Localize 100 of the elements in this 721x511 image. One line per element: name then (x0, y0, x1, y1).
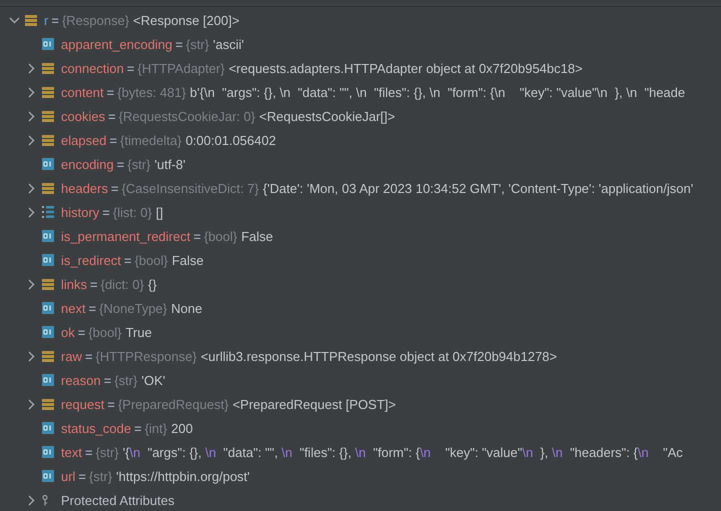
variable-name: r (44, 12, 48, 28)
chevron-right-icon[interactable] (26, 278, 36, 290)
equals-sign: = (84, 348, 93, 364)
variable-icon (42, 38, 54, 50)
variable-value: <requests.adapters.HTTPAdapter object at 0x7f20b954bc18> (228, 60, 583, 76)
variable-value: 'utf-8' (154, 156, 186, 172)
equals-sign: = (90, 276, 98, 292)
variable-value: None (171, 300, 202, 316)
variable-icon (42, 446, 54, 458)
chevron-down-icon[interactable] (8, 14, 20, 26)
type-label: {str} (96, 444, 119, 460)
bars-icon (42, 278, 54, 290)
variable-name: raw (61, 348, 82, 364)
equals-sign: = (134, 420, 142, 436)
type-label: {CaseInsensitiveDict: 7} (122, 180, 259, 196)
variable-icon (42, 374, 54, 386)
variable-icon (42, 230, 54, 242)
chevron-right-icon[interactable] (26, 398, 36, 410)
equals-sign: = (116, 156, 124, 172)
bars-icon (42, 182, 54, 194)
bars-icon (42, 350, 54, 362)
variable-value: {} (148, 276, 157, 292)
type-label: {str} (114, 372, 138, 388)
equals-sign: = (78, 324, 86, 340)
variable-name: links (61, 276, 88, 292)
chevron-right-icon[interactable] (26, 110, 36, 122)
chevron-right-icon[interactable] (26, 62, 36, 74)
bars-icon (42, 134, 54, 146)
type-label: {timedelta} (120, 132, 182, 148)
variable-name: elapsed (61, 132, 107, 148)
chevron-right-icon[interactable] (26, 182, 36, 194)
equals-sign: = (124, 252, 132, 268)
variable-value: False (172, 252, 204, 268)
variable-name: history (61, 204, 100, 220)
type-label: {str} (186, 36, 210, 52)
equals-sign: = (88, 300, 96, 316)
type-label: {HTTPResponse} (96, 348, 197, 364)
variable-name: encoding (61, 156, 114, 172)
type-label: {NoneType} (99, 300, 168, 316)
equals-sign: = (78, 468, 86, 484)
variable-value: 'https://httpbin.org/post' (116, 468, 250, 484)
variable-value: 0:00:01.056402 (186, 132, 276, 148)
numbered-list-icon (42, 206, 54, 218)
type-label: {PreparedRequest} (118, 396, 229, 412)
variable-icon (42, 326, 54, 338)
equals-sign: = (104, 372, 112, 388)
equals-sign: = (193, 228, 201, 244)
type-label: {HTTPAdapter} (137, 60, 225, 76)
variable-name: status_code (61, 420, 132, 436)
variable-value: <RequestsCookieJar[]> (259, 108, 396, 124)
type-label: {Response} (62, 12, 130, 28)
variable-icon (42, 302, 54, 314)
chevron-right-icon[interactable] (26, 86, 36, 98)
equals-sign: = (107, 396, 115, 412)
type-label: {bytes: 481} (117, 84, 186, 100)
variable-name: request (61, 396, 104, 412)
chevron-right-icon[interactable] (26, 134, 36, 146)
chevron-right-icon[interactable] (26, 206, 36, 218)
type-label: {RequestsCookieJar: 0} (118, 108, 256, 124)
bars-icon (42, 86, 54, 98)
group-label[interactable]: Protected Attributes (61, 492, 174, 508)
variable-name: is_permanent_redirect (61, 228, 190, 244)
equals-sign: = (102, 204, 110, 220)
bars-icon (42, 398, 54, 410)
variable-name: next (61, 300, 86, 316)
equals-sign: = (51, 12, 59, 28)
variable-icon (42, 470, 54, 482)
variable-name: apparent_encoding (61, 36, 172, 52)
equals-sign: = (106, 84, 114, 100)
chevron-right-icon[interactable] (26, 494, 36, 506)
variable-name: cookies (61, 108, 106, 124)
type-label: {list: 0} (112, 204, 152, 220)
variable-value: <Response [200]> (133, 12, 240, 28)
equals-sign: = (175, 36, 183, 52)
variable-name: content (61, 84, 104, 100)
variable-name: text (61, 444, 82, 460)
bars-icon (42, 110, 54, 122)
equals-sign: = (84, 444, 93, 460)
variable-name: headers (61, 180, 108, 196)
variable-value: 200 (171, 420, 193, 436)
type-label: {int} (144, 420, 168, 436)
type-label: {bool} (134, 252, 168, 268)
variable-name: url (61, 468, 76, 484)
variable-value: b'{\n "args": {}, \n "data": "", \n "files": {}, \n "form": {\n "key": "value"\n }, \n "heade (190, 84, 686, 100)
equals-sign: = (110, 180, 119, 196)
variable-icon (42, 254, 54, 266)
variable-value: {'Date': 'Mon, 03 Apr 2023 10:34:52 GMT', 'Content-Type': 'application/json' (262, 180, 694, 196)
variable-name: is_redirect (61, 252, 121, 268)
variable-value: <urllib3.response.HTTPResponse object at 0x7f20b94b1278> (200, 348, 558, 364)
variable-icon (42, 158, 54, 170)
chevron-right-icon[interactable] (26, 350, 36, 362)
variable-value: False (241, 228, 274, 244)
variable-value: '{\n "args": {}, \n "data": "", \n "files": {}, \n "form": {\n "key": "value"\n }, \n "headers": {\n "Ac (122, 444, 683, 460)
variable-value: [] (156, 204, 164, 220)
bars-icon (42, 62, 54, 74)
type-label: {dict: 0} (100, 276, 144, 292)
equals-sign: = (126, 60, 134, 76)
variable-value: True (126, 324, 152, 340)
equals-sign: = (108, 108, 116, 124)
variable-value: 'OK' (141, 372, 166, 388)
